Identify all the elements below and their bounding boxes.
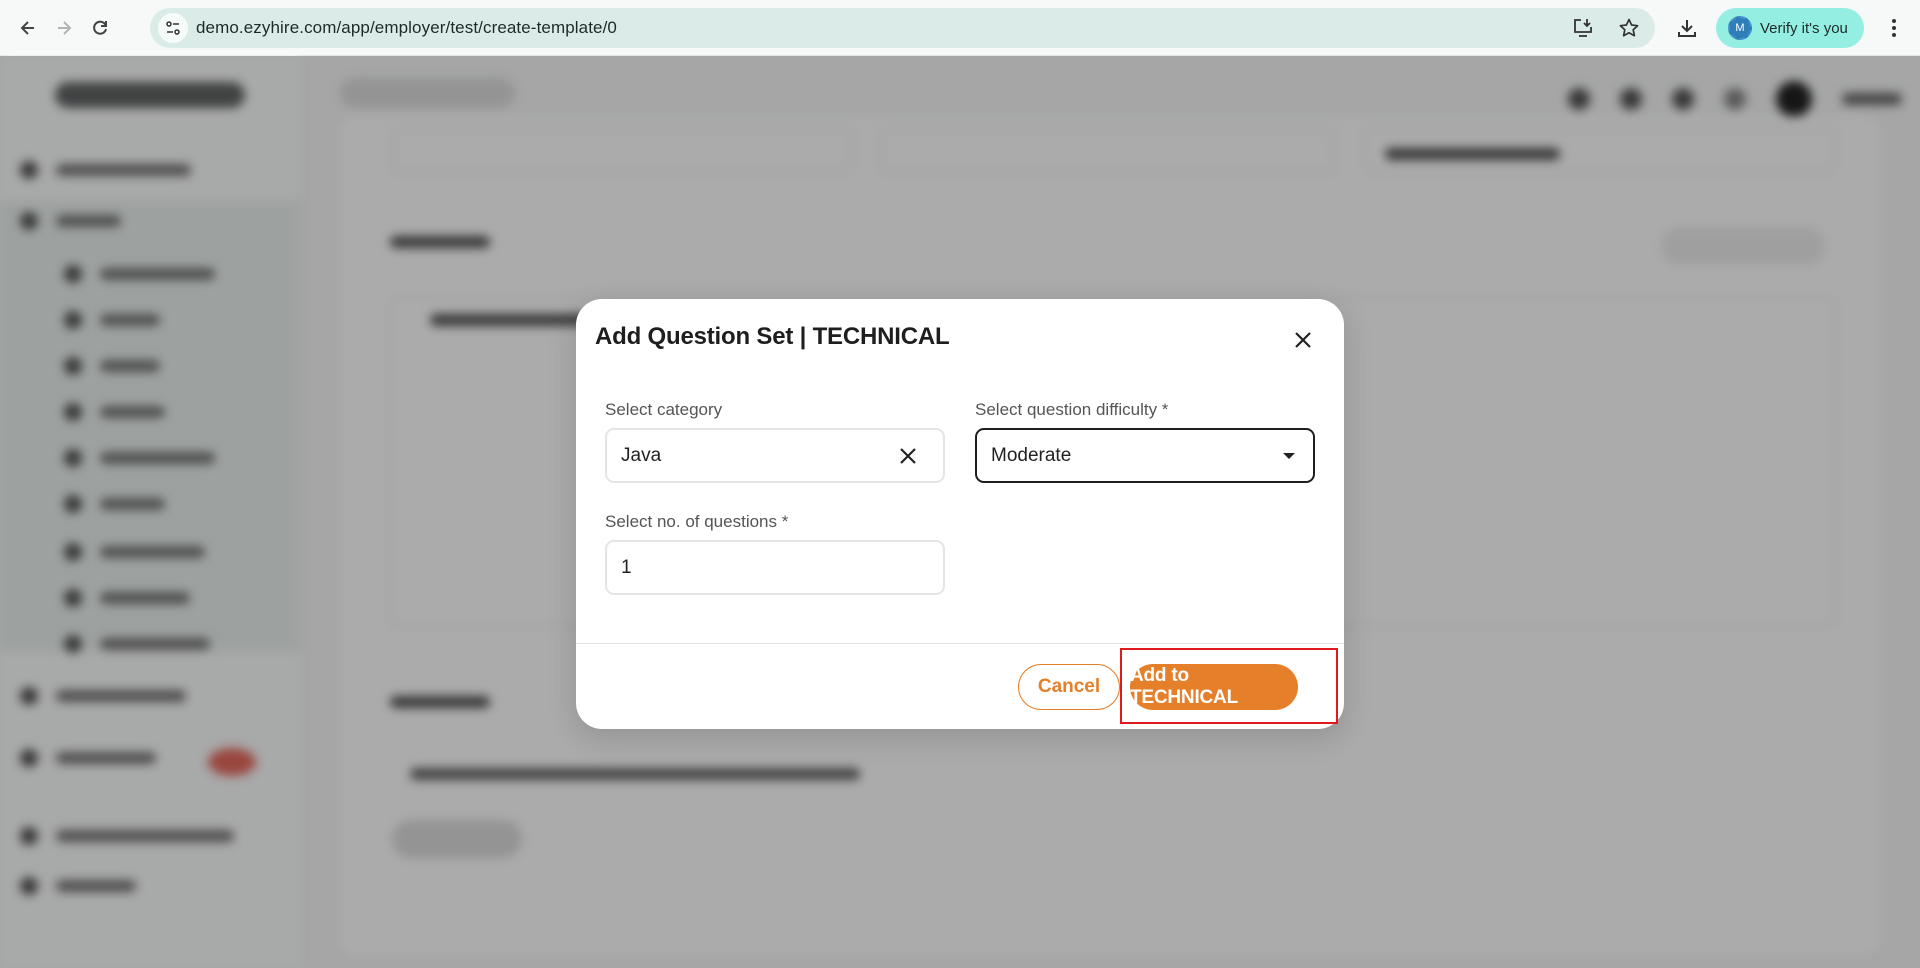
dialog-title: Add Question Set | TECHNICAL bbox=[595, 323, 950, 350]
forward-button[interactable] bbox=[46, 10, 82, 46]
category-label: Select category bbox=[605, 400, 723, 419]
category-select[interactable]: Java bbox=[605, 428, 945, 483]
profile-avatar: M bbox=[1728, 16, 1752, 40]
reload-button[interactable] bbox=[82, 10, 118, 46]
question-count-input[interactable] bbox=[605, 540, 945, 595]
footer-divider bbox=[576, 643, 1344, 644]
site-info-button[interactable] bbox=[158, 13, 188, 43]
install-desktop-icon bbox=[1574, 19, 1592, 37]
arrow-left-icon bbox=[20, 20, 34, 35]
url-text[interactable]: demo.ezyhire.com/app/employer/test/creat… bbox=[196, 18, 617, 38]
back-button[interactable] bbox=[10, 10, 46, 46]
close-dialog-button[interactable] bbox=[1286, 323, 1320, 357]
browser-menu-button[interactable] bbox=[1882, 16, 1906, 40]
question-count-field[interactable] bbox=[621, 556, 943, 579]
cancel-button[interactable]: Cancel bbox=[1018, 664, 1120, 710]
difficulty-value: Moderate bbox=[991, 444, 1072, 466]
chevron-down-icon bbox=[1283, 453, 1295, 459]
reload-icon bbox=[93, 20, 107, 35]
bookmark-button[interactable] bbox=[1617, 16, 1641, 40]
star-icon bbox=[1619, 18, 1639, 37]
verify-identity-button[interactable]: M Verify it's you bbox=[1716, 8, 1864, 48]
difficulty-label: Select question difficulty * bbox=[975, 400, 1169, 419]
difficulty-select[interactable]: Moderate bbox=[975, 428, 1315, 483]
clear-category-button[interactable] bbox=[895, 443, 921, 469]
add-to-technical-button[interactable]: Add to TECHNICAL bbox=[1130, 664, 1298, 710]
arrow-right-icon bbox=[58, 20, 72, 35]
download-icon bbox=[1678, 20, 1696, 37]
close-icon bbox=[900, 448, 916, 464]
question-count-label: Select no. of questions * bbox=[605, 512, 789, 531]
category-value: Java bbox=[621, 444, 662, 466]
add-question-set-dialog: Add Question Set | TECHNICAL Select cate… bbox=[576, 299, 1344, 729]
downloads-button[interactable] bbox=[1675, 16, 1699, 40]
close-icon bbox=[1295, 332, 1311, 348]
browser-toolbar: demo.ezyhire.com/app/employer/test/creat… bbox=[0, 0, 1920, 56]
address-bar[interactable]: demo.ezyhire.com/app/employer/test/creat… bbox=[150, 8, 1655, 48]
verify-label: Verify it's you bbox=[1760, 19, 1848, 37]
install-app-button[interactable] bbox=[1571, 16, 1595, 40]
tune-icon bbox=[166, 21, 180, 35]
kebab-menu-icon bbox=[1892, 19, 1896, 37]
